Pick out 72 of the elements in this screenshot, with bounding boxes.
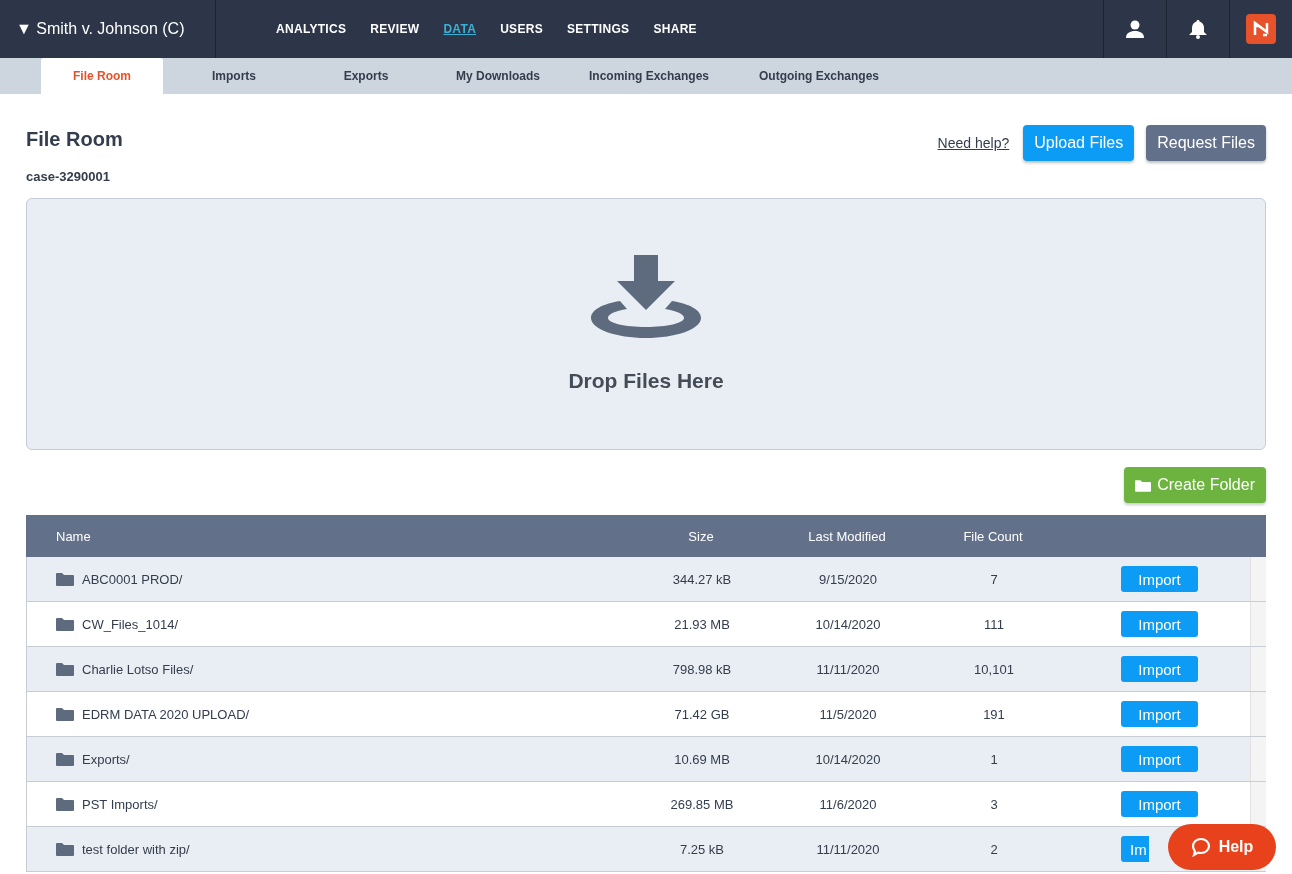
modified-cell-text: 11/11/2020 bbox=[815, 841, 881, 857]
folder-name: PST Imports/ bbox=[82, 796, 158, 812]
folder-name: test folder with zip/ bbox=[82, 841, 190, 857]
size-cell-text: 798.98 kB bbox=[671, 661, 733, 677]
chat-bubble-icon bbox=[1190, 837, 1211, 857]
count-cell-text: 10,101 bbox=[973, 661, 1015, 677]
tab[interactable]: Incoming Exchanges bbox=[569, 58, 729, 94]
tab[interactable]: Outgoing Exchanges bbox=[729, 58, 909, 94]
size-cell-text: 21.93 MB bbox=[673, 616, 731, 632]
nav-link[interactable]: SHARE bbox=[653, 22, 697, 36]
create-folder-label: Create Folder bbox=[1157, 476, 1255, 494]
nav-link[interactable]: ANALYTICS bbox=[276, 22, 347, 36]
column-header: Name bbox=[55, 528, 92, 544]
count-cell-text: 111 bbox=[983, 616, 1005, 632]
table-row[interactable]: PST Imports/ 269.85 MB 11/6/2020 3 Import bbox=[26, 782, 1266, 827]
logo-icon bbox=[1246, 14, 1276, 44]
drop-files-label: Drop Files Here bbox=[568, 369, 724, 393]
size-cell-text: 344.27 kB bbox=[671, 571, 733, 587]
modified-cell-text: 11/5/2020 bbox=[818, 706, 878, 722]
tab[interactable]: Exports bbox=[305, 58, 427, 94]
nav-link[interactable]: REVIEW bbox=[370, 22, 420, 36]
folder-name: CW_Files_1014/ bbox=[82, 616, 179, 632]
nav-link[interactable]: SETTINGS bbox=[567, 22, 630, 36]
table-row[interactable]: ABC0001 PROD/ 344.27 kB 9/15/2020 7 Import bbox=[26, 557, 1266, 602]
folder-icon bbox=[56, 617, 74, 631]
bell-icon bbox=[1189, 19, 1207, 39]
tab[interactable]: Imports bbox=[163, 58, 305, 94]
help-label: Help bbox=[1218, 838, 1254, 856]
download-tray-icon bbox=[590, 255, 702, 339]
folder-icon bbox=[56, 797, 74, 811]
folder-name: EDRM DATA 2020 UPLOAD/ bbox=[82, 706, 250, 722]
size-cell-text: 71.42 GB bbox=[673, 706, 731, 722]
user-icon bbox=[1126, 20, 1144, 38]
page-title: File Room bbox=[26, 128, 123, 151]
size-cell-text: 269.85 MB bbox=[669, 796, 735, 812]
count-cell-text: 191 bbox=[982, 706, 1006, 722]
folder-icon bbox=[56, 572, 74, 586]
size-cell-text: 10.69 MB bbox=[673, 751, 731, 767]
folder-icon bbox=[56, 707, 74, 721]
drop-zone[interactable]: Drop Files Here bbox=[26, 198, 1266, 450]
modified-cell-text: 10/14/2020 bbox=[814, 751, 882, 767]
count-cell-text: 7 bbox=[989, 571, 999, 587]
table-row[interactable]: CW_Files_1014/ 21.93 MB 10/14/2020 111 Import bbox=[26, 602, 1266, 647]
folder-icon bbox=[56, 662, 74, 676]
folder-name: ABC0001 PROD/ bbox=[82, 571, 183, 587]
help-link[interactable]: Need help? bbox=[937, 135, 1010, 151]
column-header: Size bbox=[687, 528, 715, 544]
size-cell-text: 7.25 kB bbox=[678, 841, 726, 857]
table-row[interactable]: EDRM DATA 2020 UPLOAD/ 71.42 GB 11/5/2020 191 Import bbox=[26, 692, 1266, 737]
folder-name: Charlie Lotso Files/ bbox=[82, 661, 194, 677]
count-cell-text: 3 bbox=[989, 796, 999, 812]
modified-cell-text: 10/14/2020 bbox=[814, 616, 882, 632]
folder-icon bbox=[1135, 478, 1152, 492]
tab[interactable]: My Downloads bbox=[427, 58, 569, 94]
folder-name: Exports/ bbox=[82, 751, 130, 767]
table-row[interactable]: Exports/ 10.69 MB 10/14/2020 1 Import bbox=[26, 737, 1266, 782]
table-row[interactable]: Charlie Lotso Files/ 798.98 kB 11/11/2020 10,101 Import bbox=[26, 647, 1266, 692]
folder-icon bbox=[56, 752, 74, 766]
nav-link[interactable]: USERS bbox=[500, 22, 543, 36]
nav-link[interactable]: DATA bbox=[443, 22, 477, 36]
column-header: Last Modified bbox=[807, 528, 887, 544]
folder-icon bbox=[56, 842, 74, 856]
count-cell-text: 1 bbox=[989, 751, 999, 767]
modified-cell-text: 11/11/2020 bbox=[815, 661, 881, 677]
count-cell-text: 2 bbox=[989, 841, 999, 857]
request-files-button[interactable]: Request Files bbox=[1146, 125, 1266, 161]
help-button[interactable]: Help bbox=[1168, 824, 1276, 870]
modified-cell-text: 11/6/2020 bbox=[818, 796, 878, 812]
case-id: case-3290001 bbox=[26, 169, 111, 184]
tab[interactable]: File Room bbox=[41, 58, 163, 94]
column-header: File Count bbox=[962, 528, 1024, 544]
modified-cell-text: 9/15/2020 bbox=[818, 571, 878, 587]
